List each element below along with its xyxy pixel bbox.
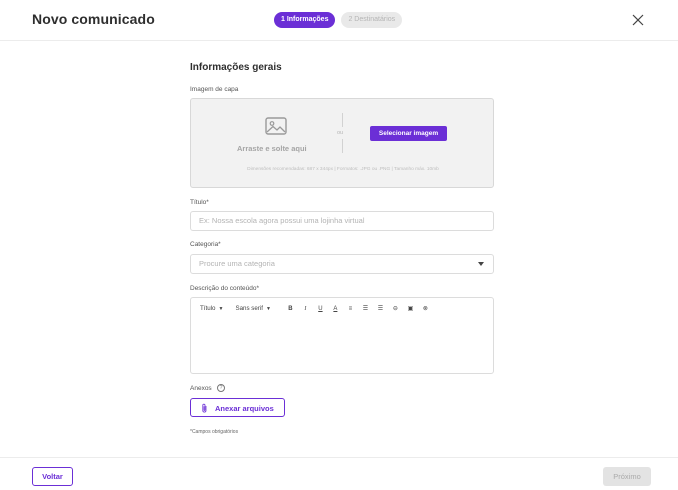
dropdown-arrow-icon <box>478 262 484 266</box>
category-placeholder: Procure uma categoria <box>199 259 275 268</box>
or-text: ou <box>337 130 344 136</box>
category-field-label: Categoria* <box>190 241 221 248</box>
image-icon <box>265 117 287 135</box>
link-icon[interactable]: ⊖ <box>388 305 403 312</box>
font-dropdown-label: Sans serif <box>235 305 263 312</box>
attach-files-label: Anexar arquivos <box>215 404 274 413</box>
heading-dropdown-label: Título <box>200 305 216 312</box>
stepper: 1 Informações 2 Destinatários <box>274 12 403 28</box>
page-title: Novo comunicado <box>32 11 155 27</box>
divider <box>342 139 343 153</box>
divider <box>342 113 343 127</box>
select-image-button[interactable]: Selecionar imagem <box>370 126 447 141</box>
bold-icon[interactable]: B <box>283 306 298 312</box>
cover-image-dropzone[interactable]: Arraste e solte aqui ou Selecionar image… <box>190 98 494 188</box>
category-select[interactable]: Procure uma categoria <box>190 254 494 274</box>
editor-toolbar: Título ▼ Sans serif ▼ B I U A ≡ ☰ ☰ ⊖ ▣ ⊗ <box>200 304 433 313</box>
paperclip-icon <box>202 403 207 413</box>
footer: Voltar Próximo <box>0 457 678 490</box>
description-field-label: Descrição do conteúdo* <box>190 285 260 292</box>
heading-dropdown[interactable]: Título ▼ <box>200 305 223 312</box>
step-informacoes[interactable]: 1 Informações <box>274 12 336 28</box>
underline-icon[interactable]: U <box>313 306 328 312</box>
required-fields-note: *Campos obrigatórios <box>190 429 239 435</box>
video-icon[interactable]: ⊗ <box>418 305 433 312</box>
close-icon[interactable] <box>632 14 644 26</box>
caret-down-icon: ▼ <box>218 306 224 312</box>
section-title: Informações gerais <box>190 62 282 73</box>
dropzone-text: Arraste e solte aqui <box>237 144 307 153</box>
align-icon[interactable]: ≡ <box>343 306 358 312</box>
image-insert-icon[interactable]: ▣ <box>403 305 418 312</box>
image-requirements-hint: Dimensões recomendadas: 687 x 344px | Fo… <box>247 167 439 172</box>
header: Novo comunicado 1 Informações 2 Destinat… <box>0 0 678 41</box>
font-dropdown[interactable]: Sans serif ▼ <box>235 305 270 312</box>
caret-down-icon: ▼ <box>265 306 271 312</box>
next-button[interactable]: Próximo <box>603 467 651 486</box>
step-destinatarios[interactable]: 2 Destinatários <box>341 12 403 28</box>
help-icon[interactable]: ? <box>217 384 225 392</box>
back-button[interactable]: Voltar <box>32 467 73 486</box>
italic-icon[interactable]: I <box>298 306 313 312</box>
title-field-label: Título* <box>190 199 209 206</box>
ordered-list-icon[interactable]: ☰ <box>358 305 373 312</box>
title-input[interactable]: Ex: Nossa escola agora possui uma lojinh… <box>190 211 494 231</box>
bullet-list-icon[interactable]: ☰ <box>373 305 388 312</box>
new-announcement-page: Novo comunicado 1 Informações 2 Destinat… <box>0 0 678 490</box>
cover-image-label: Imagem de capa <box>190 86 239 93</box>
attach-files-button[interactable]: Anexar arquivos <box>190 398 285 417</box>
description-editor[interactable]: Título ▼ Sans serif ▼ B I U A ≡ ☰ ☰ ⊖ ▣ ⊗ <box>190 297 494 374</box>
text-color-icon[interactable]: A <box>328 306 343 312</box>
attachments-label: Anexos <box>190 385 212 392</box>
